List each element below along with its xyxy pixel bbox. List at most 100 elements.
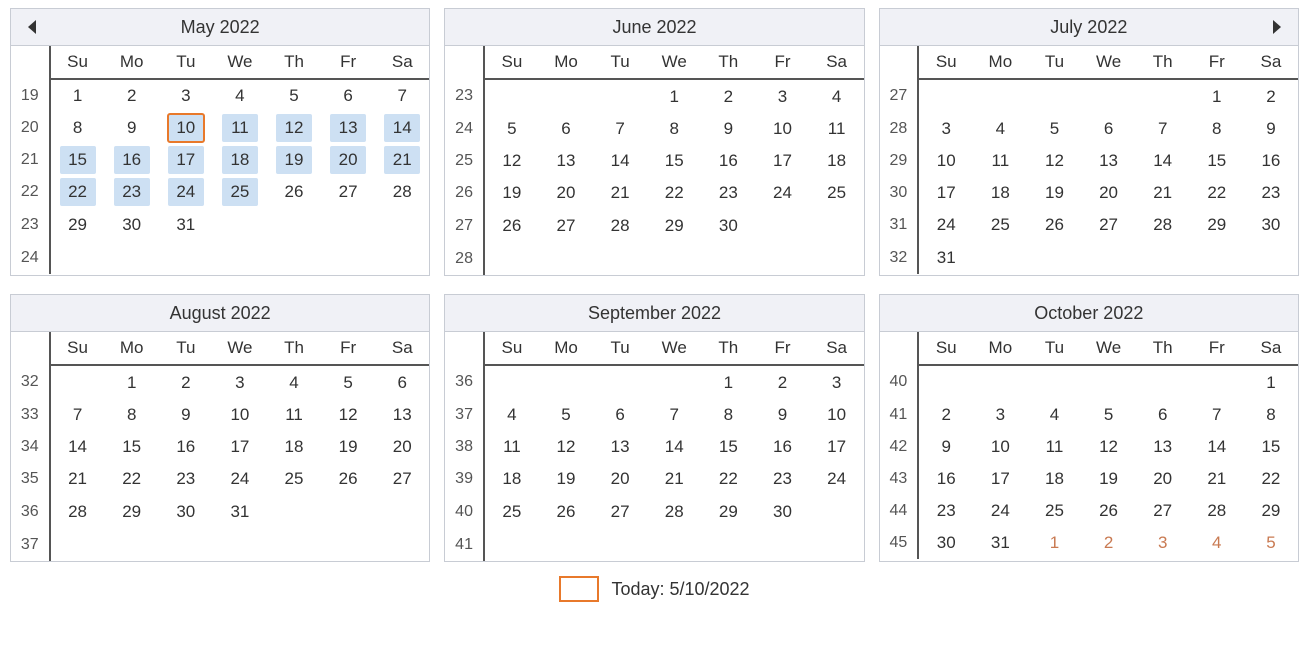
calendar-day[interactable]: 18 xyxy=(1027,463,1081,495)
calendar-day[interactable]: 14 xyxy=(1136,145,1190,177)
calendar-day[interactable]: 25 xyxy=(810,177,864,209)
calendar-day[interactable]: 21 xyxy=(1190,463,1244,495)
calendar-day[interactable]: 17 xyxy=(918,177,973,209)
calendar-day[interactable]: 24 xyxy=(213,463,267,495)
calendar-day[interactable]: 11 xyxy=(973,145,1027,177)
calendar-day[interactable]: 28 xyxy=(1136,209,1190,241)
calendar-day[interactable]: 8 xyxy=(647,113,701,145)
calendar-day[interactable]: 21 xyxy=(1136,177,1190,209)
calendar-day[interactable]: 8 xyxy=(50,112,105,144)
calendar-day[interactable]: 12 xyxy=(267,112,321,144)
calendar-day[interactable]: 16 xyxy=(918,463,973,495)
calendar-day[interactable]: 24 xyxy=(918,209,973,241)
calendar-day[interactable]: 11 xyxy=(810,113,864,145)
calendar-day[interactable]: 27 xyxy=(1136,495,1190,527)
calendar-day[interactable]: 27 xyxy=(375,463,429,495)
calendar-day[interactable]: 29 xyxy=(647,209,701,242)
calendar-day[interactable]: 8 xyxy=(105,399,159,431)
calendar-day[interactable]: 8 xyxy=(701,399,755,431)
calendar-day[interactable]: 19 xyxy=(267,144,321,176)
calendar-day[interactable]: 7 xyxy=(593,113,647,145)
calendar-day[interactable]: 30 xyxy=(159,495,213,528)
calendar-day[interactable]: 23 xyxy=(755,463,809,495)
calendar-day[interactable]: 2 xyxy=(755,365,809,399)
month-header[interactable]: August 2022 xyxy=(11,295,429,332)
calendar-day[interactable]: 22 xyxy=(1244,463,1298,495)
calendar-day[interactable]: 18 xyxy=(484,463,539,495)
calendar-day[interactable]: 13 xyxy=(321,112,375,144)
calendar-day[interactable]: 29 xyxy=(1190,209,1244,241)
calendar-day[interactable]: 28 xyxy=(50,495,105,528)
calendar-day[interactable]: 7 xyxy=(50,399,105,431)
calendar-day[interactable]: 4 xyxy=(810,79,864,113)
calendar-day[interactable]: 27 xyxy=(539,209,593,242)
calendar-day[interactable]: 1 xyxy=(105,365,159,399)
calendar-day[interactable]: 6 xyxy=(593,399,647,431)
calendar-day[interactable]: 20 xyxy=(375,431,429,463)
calendar-day[interactable]: 15 xyxy=(647,145,701,177)
calendar-day[interactable]: 2 xyxy=(918,399,973,431)
calendar-day[interactable]: 23 xyxy=(105,176,159,208)
calendar-day[interactable]: 23 xyxy=(918,495,973,527)
calendar-day[interactable]: 12 xyxy=(1027,145,1081,177)
calendar-day[interactable]: 29 xyxy=(50,208,105,241)
calendar-day[interactable]: 9 xyxy=(755,399,809,431)
calendar-day[interactable]: 26 xyxy=(1082,495,1136,527)
calendar-day[interactable]: 5 xyxy=(321,365,375,399)
calendar-day[interactable]: 14 xyxy=(375,112,429,144)
calendar-day[interactable]: 22 xyxy=(50,176,105,208)
calendar-day[interactable]: 15 xyxy=(1190,145,1244,177)
calendar-day[interactable]: 28 xyxy=(1190,495,1244,527)
calendar-day[interactable]: 11 xyxy=(213,112,267,144)
calendar-day[interactable]: 5 xyxy=(267,79,321,112)
calendar-day[interactable]: 24 xyxy=(810,463,864,495)
calendar-day[interactable]: 21 xyxy=(647,463,701,495)
calendar-day[interactable]: 15 xyxy=(50,144,105,176)
calendar-day[interactable]: 5 xyxy=(1082,399,1136,431)
calendar-day[interactable]: 6 xyxy=(539,113,593,145)
calendar-day[interactable]: 31 xyxy=(213,495,267,528)
calendar-day[interactable]: 18 xyxy=(973,177,1027,209)
calendar-day[interactable]: 4 xyxy=(267,365,321,399)
calendar-day[interactable]: 6 xyxy=(375,365,429,399)
calendar-day[interactable]: 14 xyxy=(647,431,701,463)
calendar-day[interactable]: 17 xyxy=(159,144,213,176)
calendar-day[interactable]: 7 xyxy=(1190,399,1244,431)
calendar-day[interactable]: 8 xyxy=(1244,399,1298,431)
calendar-day[interactable]: 5 xyxy=(484,113,539,145)
calendar-day[interactable]: 5 xyxy=(1027,113,1081,145)
calendar-day[interactable]: 20 xyxy=(321,144,375,176)
calendar-day[interactable]: 11 xyxy=(484,431,539,463)
calendar-day[interactable]: 1 xyxy=(50,79,105,112)
calendar-day[interactable]: 2 xyxy=(1082,527,1136,559)
calendar-day[interactable]: 19 xyxy=(321,431,375,463)
calendar-day[interactable]: 6 xyxy=(1136,399,1190,431)
calendar-day[interactable]: 1 xyxy=(1244,365,1298,399)
calendar-day[interactable]: 13 xyxy=(593,431,647,463)
calendar-day[interactable]: 4 xyxy=(1190,527,1244,559)
calendar-day[interactable]: 16 xyxy=(755,431,809,463)
calendar-day[interactable]: 10 xyxy=(973,431,1027,463)
calendar-day[interactable]: 20 xyxy=(1136,463,1190,495)
calendar-day[interactable]: 19 xyxy=(539,463,593,495)
month-header[interactable]: October 2022 xyxy=(880,295,1298,332)
calendar-day[interactable]: 17 xyxy=(755,145,809,177)
calendar-day[interactable]: 18 xyxy=(267,431,321,463)
calendar-day[interactable]: 7 xyxy=(375,79,429,112)
calendar-day[interactable]: 10 xyxy=(159,112,213,144)
month-header[interactable]: May 2022 xyxy=(11,9,429,46)
calendar-day[interactable]: 1 xyxy=(1190,79,1244,113)
calendar-day[interactable]: 19 xyxy=(484,177,539,209)
calendar-day[interactable]: 4 xyxy=(973,113,1027,145)
calendar-day[interactable]: 29 xyxy=(105,495,159,528)
calendar-day[interactable]: 6 xyxy=(1082,113,1136,145)
calendar-day[interactable]: 4 xyxy=(213,79,267,112)
calendar-day[interactable]: 18 xyxy=(810,145,864,177)
calendar-day[interactable]: 3 xyxy=(918,113,973,145)
calendar-day[interactable]: 22 xyxy=(105,463,159,495)
calendar-day[interactable]: 12 xyxy=(484,145,539,177)
calendar-day[interactable]: 30 xyxy=(1244,209,1298,241)
calendar-day[interactable]: 15 xyxy=(105,431,159,463)
calendar-day[interactable]: 13 xyxy=(375,399,429,431)
calendar-day[interactable]: 27 xyxy=(1082,209,1136,241)
